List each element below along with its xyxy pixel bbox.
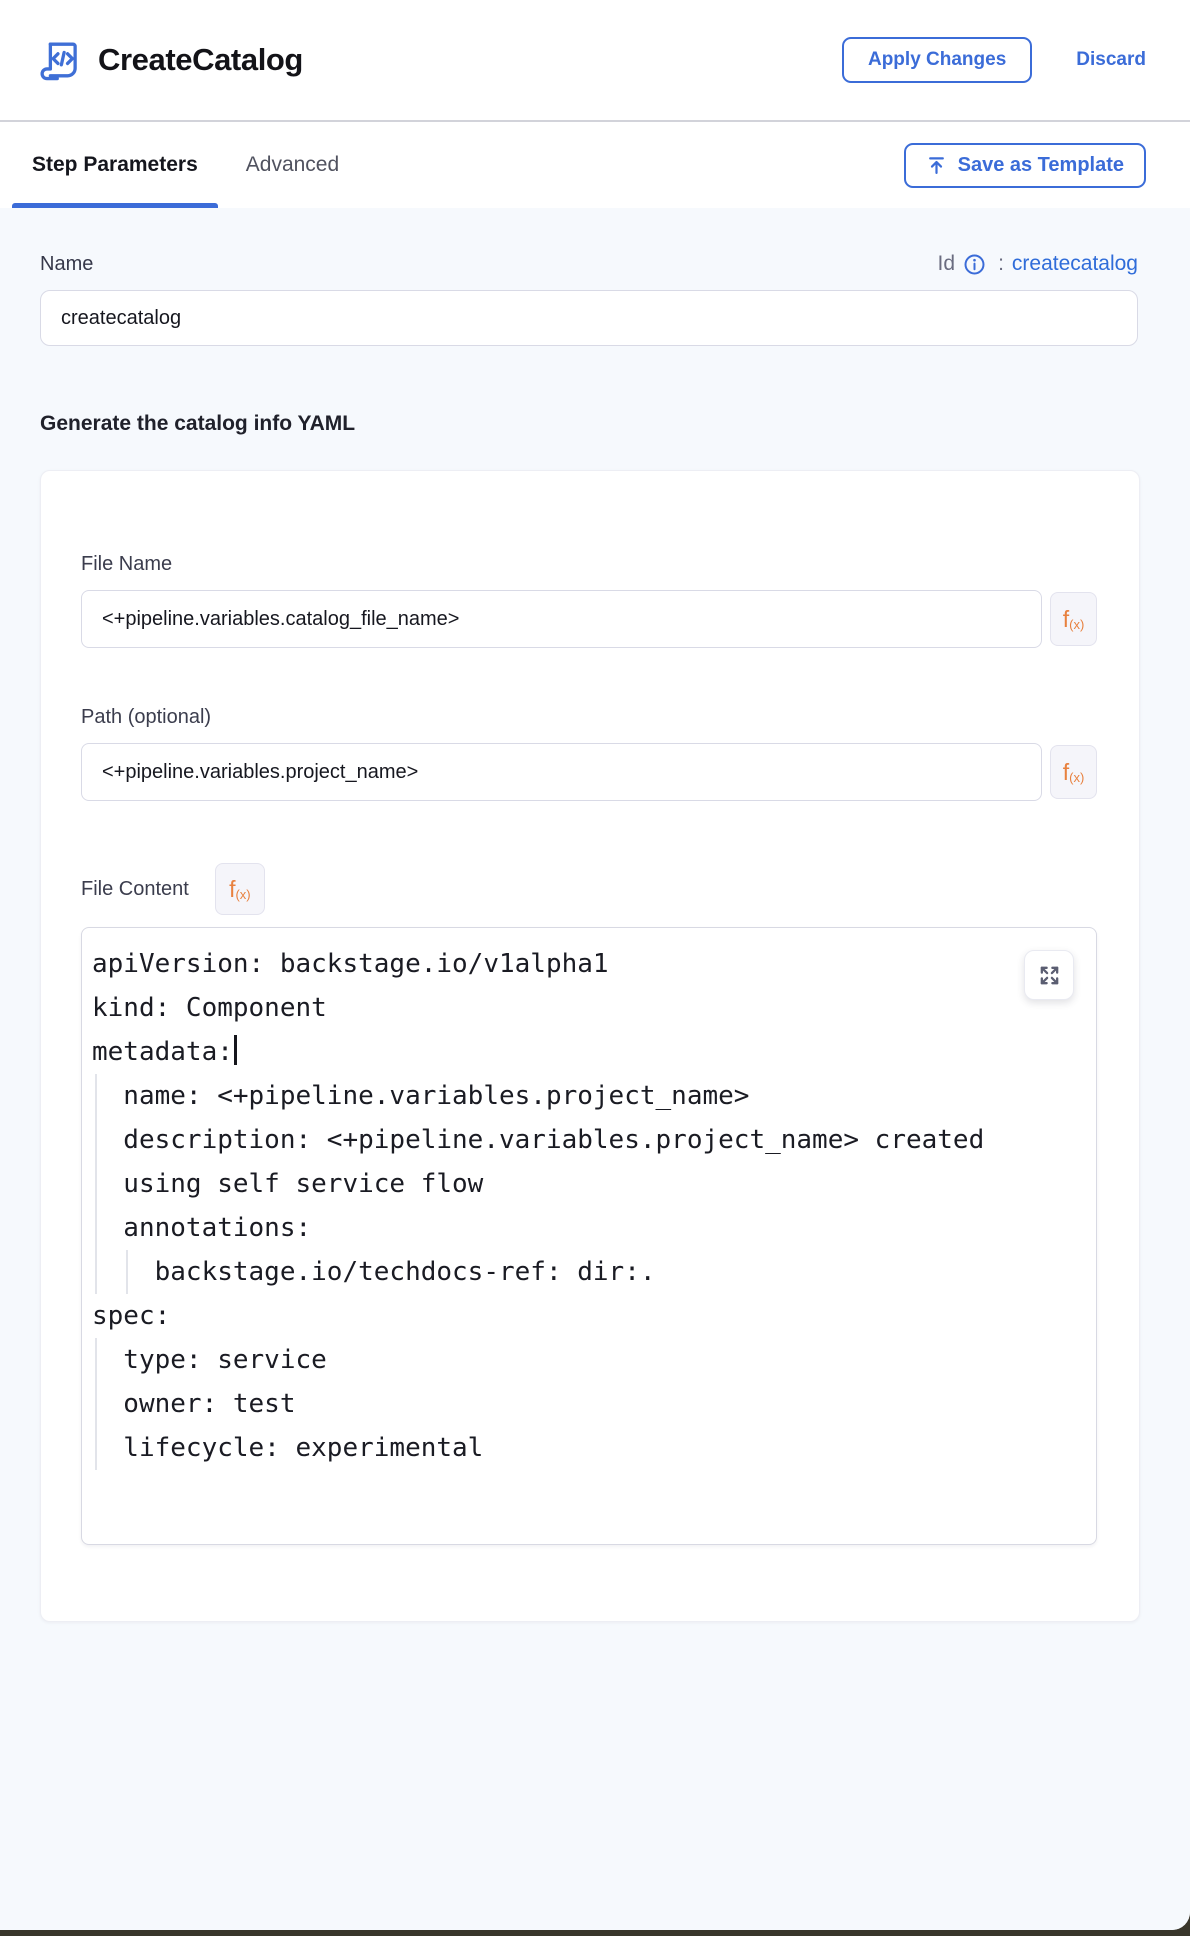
step-id: Id : createcatalog xyxy=(938,252,1138,276)
path-input[interactable] xyxy=(81,743,1042,801)
code-line: kind: Component xyxy=(92,986,1096,1030)
discard-button[interactable]: Discard xyxy=(1076,49,1146,71)
file-name-fx-button[interactable]: f(x) xyxy=(1050,592,1097,646)
file-content-row: File Content f(x) xyxy=(81,863,1097,915)
save-as-template-button[interactable]: Save as Template xyxy=(904,143,1146,188)
step-parameters-card: File Name f(x) Path (optional) f(x) File… xyxy=(40,470,1140,1622)
file-content-fx-button[interactable]: f(x) xyxy=(215,863,265,915)
tab-step-parameters[interactable]: Step Parameters xyxy=(12,122,218,208)
script-step-icon xyxy=(38,38,82,82)
file-content-label: File Content xyxy=(81,878,189,901)
file-name-label: File Name xyxy=(81,553,1097,576)
code-line: metadata: xyxy=(92,1030,1096,1074)
content-area: Name Id : createcatalog Generate the cat… xyxy=(0,208,1190,1930)
expand-icon xyxy=(1038,964,1061,987)
path-label: Path (optional) xyxy=(81,706,1097,729)
tab-step-parameters-label: Step Parameters xyxy=(32,153,198,177)
indent-guide xyxy=(95,1074,97,1294)
path-row: f(x) xyxy=(81,743,1097,801)
id-label: Id xyxy=(938,252,956,276)
code-line: backstage.io/techdocs-ref: dir:. xyxy=(92,1250,1096,1294)
code-line: name: <+pipeline.variables.project_name> xyxy=(92,1074,1096,1118)
tab-advanced-label: Advanced xyxy=(246,153,339,177)
name-row: Name Id : createcatalog xyxy=(40,252,1138,276)
id-value: createcatalog xyxy=(1012,252,1138,276)
upload-icon xyxy=(926,155,947,176)
code-line: description: <+pipeline.variables.projec… xyxy=(92,1118,1096,1162)
indent-guide xyxy=(95,1338,97,1470)
id-colon: : xyxy=(998,252,1004,276)
section-heading: Generate the catalog info YAML xyxy=(40,412,1150,436)
tab-bar: Step Parameters Advanced Save as Templat… xyxy=(0,122,1190,208)
code-line: spec: xyxy=(92,1294,1096,1338)
page-title: CreateCatalog xyxy=(98,42,303,78)
header: CreateCatalog Apply Changes Discard xyxy=(0,0,1190,122)
code-line: type: service xyxy=(92,1338,1096,1382)
info-icon[interactable] xyxy=(963,253,986,276)
code-line: apiVersion: backstage.io/v1alpha1 xyxy=(92,942,1096,986)
save-as-template-label: Save as Template xyxy=(958,154,1124,177)
text-cursor xyxy=(234,1035,237,1065)
expand-editor-button[interactable] xyxy=(1024,950,1074,1000)
step-config-panel: CreateCatalog Apply Changes Discard Step… xyxy=(0,0,1190,1930)
file-name-input[interactable] xyxy=(81,590,1042,648)
file-content-editor[interactable]: apiVersion: backstage.io/v1alpha1kind: C… xyxy=(81,927,1097,1545)
apply-changes-button[interactable]: Apply Changes xyxy=(842,37,1032,83)
name-input[interactable] xyxy=(40,290,1138,346)
code-line: annotations: xyxy=(92,1206,1096,1250)
code-line: using self service flow xyxy=(92,1162,1096,1206)
name-label: Name xyxy=(40,253,93,276)
active-tab-underline xyxy=(12,203,218,208)
code-lines: apiVersion: backstage.io/v1alpha1kind: C… xyxy=(92,942,1096,1470)
code-line: lifecycle: experimental xyxy=(92,1426,1096,1470)
code-line: owner: test xyxy=(92,1382,1096,1426)
indent-guide xyxy=(126,1250,128,1294)
name-input-wrap xyxy=(40,290,1138,346)
path-fx-button[interactable]: f(x) xyxy=(1050,745,1097,799)
file-name-row: f(x) xyxy=(81,590,1097,648)
tab-advanced[interactable]: Advanced xyxy=(226,122,359,208)
